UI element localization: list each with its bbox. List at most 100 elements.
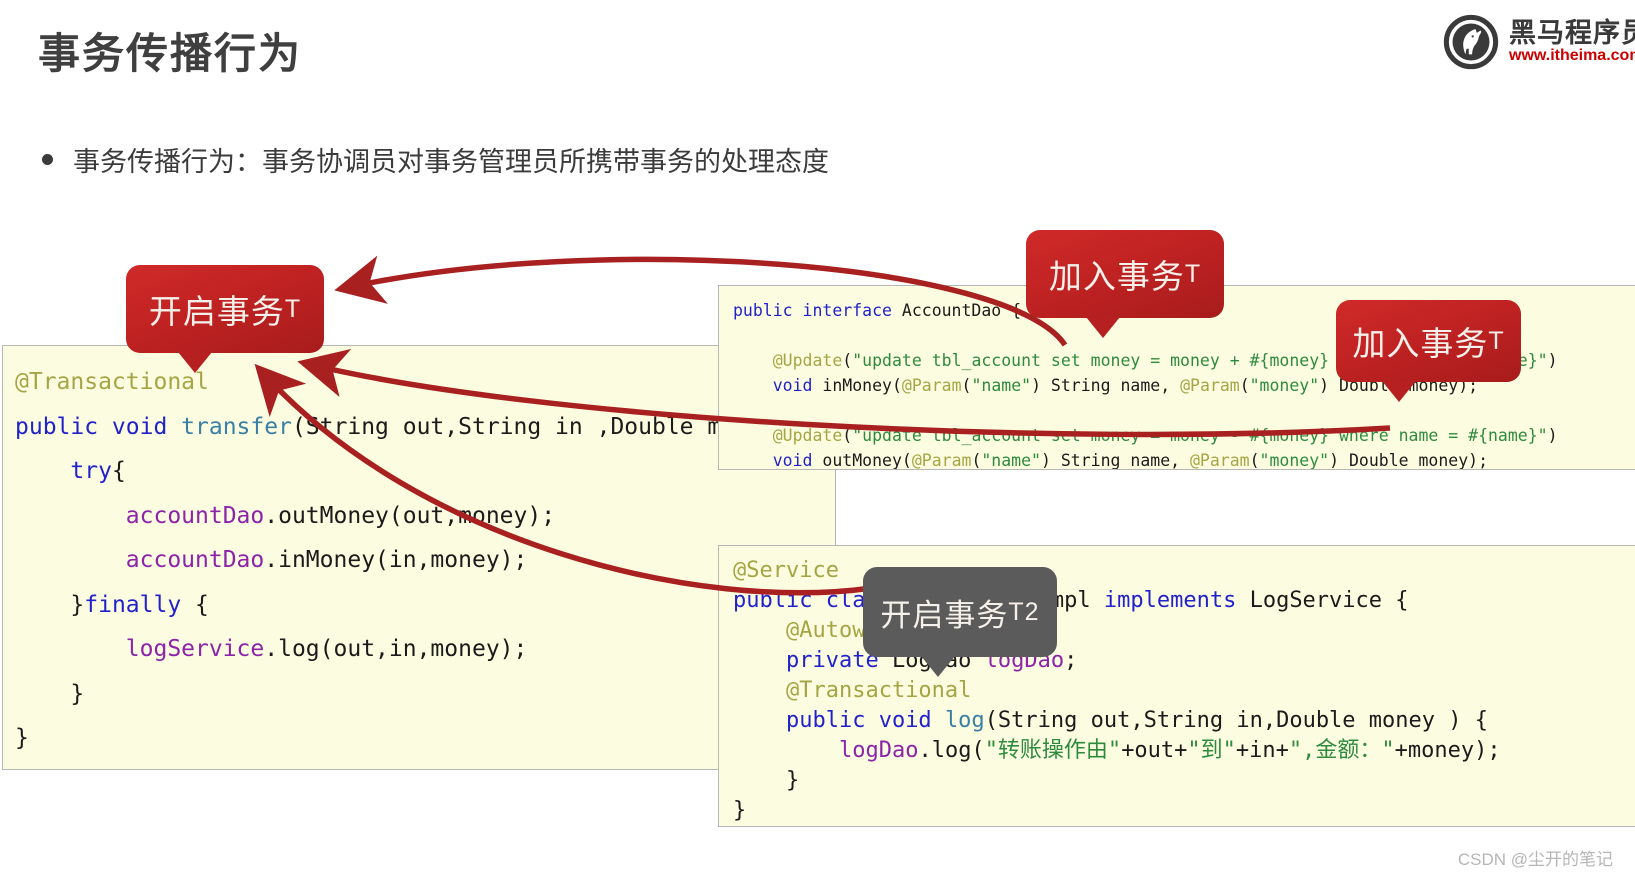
callout-join-transaction-t-1[interactable]: 加入事务 T: [1026, 230, 1224, 338]
code-line: }: [733, 796, 1635, 826]
callout-open-transaction-t2[interactable]: 开启事务 T2: [863, 567, 1057, 677]
code-line: logDao.log("转账操作由"+out+"到"+in+",金额："+mon…: [733, 736, 1635, 766]
code-token: {: [111, 458, 126, 484]
code-token: ",金额：": [1288, 738, 1395, 763]
code-token: +in+: [1235, 738, 1289, 763]
code-token: @Transactional: [785, 678, 972, 703]
code-token: log: [944, 708, 985, 733]
code-line: @Update("update tbl_account set money = …: [733, 423, 1635, 448]
code-token: finally: [84, 591, 182, 618]
code-token: .inMoney(in,money);: [264, 547, 528, 573]
callout-label: 加入事务: [1048, 258, 1185, 295]
code-token: implements: [1103, 588, 1250, 613]
callout-suffix: T: [1488, 326, 1505, 355]
code-token: ) Double money);: [1329, 451, 1489, 470]
code-token: @Param: [911, 451, 972, 470]
horse-head-circle-logo-icon: [1443, 14, 1499, 70]
code-token: LogService {: [1249, 588, 1409, 613]
code-token: transfer: [181, 413, 292, 440]
code-token: void: [772, 376, 823, 395]
code-token: logDao: [838, 738, 919, 763]
code-token: +out+: [1121, 738, 1188, 763]
code-token: @Param: [1180, 376, 1240, 395]
code-token: outMoney(: [822, 451, 912, 470]
code-line: public void log(String out,String in,Dou…: [733, 706, 1635, 736]
code-token: {: [181, 591, 209, 618]
bullet-dot-icon: [42, 154, 53, 165]
code-token: void: [772, 451, 823, 470]
brand-text: 黑马程序员 www.itheima.com: [1509, 19, 1635, 64]
callout-join-transaction-t-2[interactable]: 加入事务 T: [1336, 300, 1521, 402]
callout-suffix: T2: [1008, 597, 1040, 626]
code-token: @Service: [733, 558, 839, 583]
code-token: accountDao: [125, 547, 265, 573]
code-token: public void: [785, 708, 945, 733]
code-token: @Param: [901, 376, 962, 395]
code-line: }: [15, 716, 835, 761]
code-token: public interface: [733, 301, 902, 320]
code-token: ): [1547, 426, 1558, 445]
callout-suffix: T: [284, 294, 302, 323]
code-token: inMoney(: [822, 376, 902, 395]
code-token: +money);: [1394, 738, 1501, 763]
callout-suffix: T: [1184, 259, 1202, 288]
code-line: logService.log(out,in,money);: [15, 627, 835, 672]
code-token: logService: [125, 636, 265, 662]
code-token: AccountDao {: [901, 301, 1022, 320]
code-line: }: [15, 672, 835, 717]
code-token: .log(: [918, 738, 985, 763]
code-line: }: [733, 766, 1635, 796]
code-token: "name": [971, 376, 1032, 395]
code-line: accountDao.outMoney(out,money);: [15, 494, 835, 539]
code-token: "转账操作由": [984, 738, 1122, 763]
code-line: accountDao.inMoney(in,money);: [15, 538, 835, 583]
brand-url: www.itheima.com: [1509, 46, 1635, 64]
bullet-item-label: 事务传播行为：事务协调员对事务管理员所携带事务的处理态度: [73, 147, 829, 177]
code-token: "到": [1187, 738, 1236, 763]
code-token: ) String name,: [1031, 376, 1181, 395]
code-block-log-service: @Servicepublic class LogServiceImpl impl…: [718, 545, 1635, 827]
code-token: "money": [1249, 376, 1320, 395]
code-token: @Update: [772, 351, 843, 370]
callout-open-transaction-t[interactable]: 开启事务 T: [126, 265, 324, 373]
code-line: void outMoney(@Param("name") String name…: [733, 448, 1635, 470]
code-token: @Update: [772, 426, 843, 445]
code-token: }: [733, 798, 747, 823]
code-token: (String out,String in,Double money ) {: [984, 708, 1489, 733]
code-token: ;: [1064, 648, 1078, 673]
callout-label: 开启事务: [148, 293, 285, 330]
brand-name-cn: 黑马程序员: [1509, 18, 1635, 49]
code-token: (: [1239, 376, 1250, 395]
code-token: .log(out,in,money);: [264, 636, 528, 662]
code-token: "money": [1259, 451, 1330, 470]
callout-label: 加入事务: [1352, 325, 1489, 362]
code-token: @Param: [1190, 451, 1250, 470]
slide-canvas: 事务传播行为 黑马程序员 www.itheima.com 事务传播行为：事务协调…: [0, 0, 1635, 882]
code-line: try{: [15, 449, 835, 494]
code-token: "update tbl_account set money = money - …: [852, 426, 1548, 445]
callout-label: 开启事务: [880, 597, 1009, 633]
code-token: accountDao: [125, 502, 265, 529]
code-line: @Transactional: [733, 676, 1635, 706]
code-token: (: [1249, 451, 1260, 470]
code-line: public void transfer(String out,String i…: [15, 405, 835, 450]
brand-logo: 黑马程序员 www.itheima.com: [1443, 14, 1635, 70]
watermark: CSDN @尘开的笔记: [1457, 850, 1613, 869]
code-line: }finally {: [15, 583, 835, 628]
code-token: }: [733, 768, 800, 793]
code-token: .outMoney(out,money);: [264, 502, 556, 529]
code-token: ) String name,: [1040, 451, 1190, 470]
code-token: public void: [15, 413, 182, 440]
code-token: (: [971, 451, 982, 470]
